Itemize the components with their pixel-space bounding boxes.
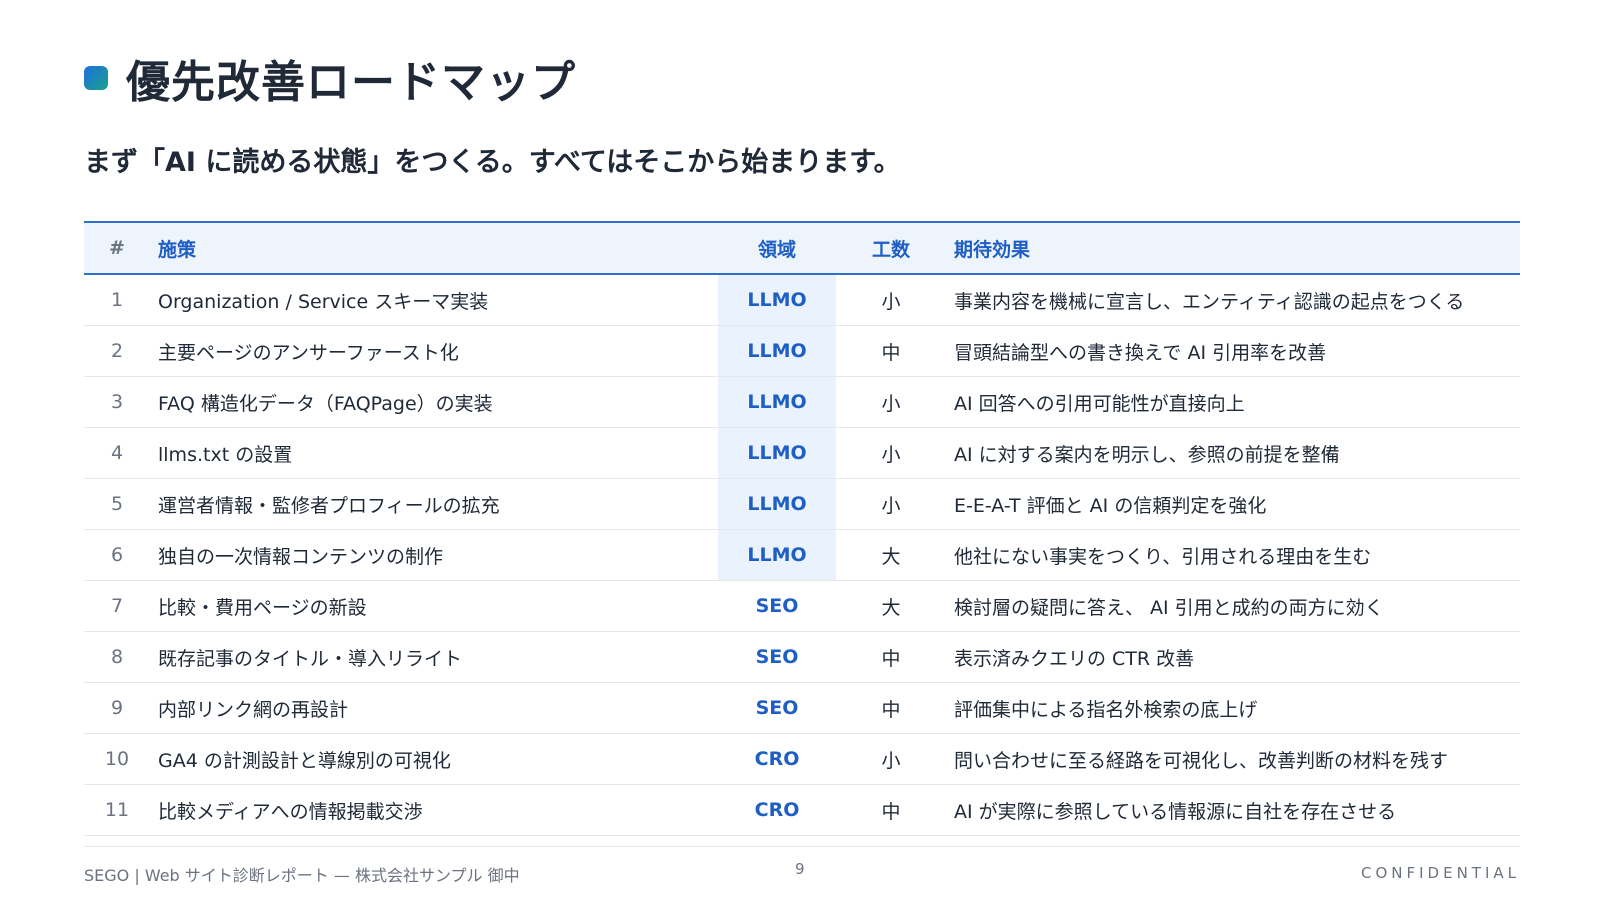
roadmap-table: # 施策 領域 工数 期待効果 1 Organization / Service … bbox=[84, 221, 1520, 836]
row-effect: 他社にない事実をつくり、引用される理由を生む bbox=[946, 529, 1520, 581]
header-row: # 施策 領域 工数 期待効果 bbox=[84, 221, 1520, 275]
row-effect: E-E-A-T 評価と AI の信頼判定を強化 bbox=[946, 478, 1520, 530]
row-number: 7 bbox=[84, 580, 150, 632]
header-num: # bbox=[84, 221, 150, 275]
row-item: 主要ページのアンサーファースト化 bbox=[150, 325, 718, 377]
header-area: 領域 bbox=[718, 221, 836, 275]
page-title: 優先改善ロードマップ bbox=[126, 57, 576, 108]
row-number: 6 bbox=[84, 529, 150, 581]
footer-report-label: SEGO | Web サイト診断レポート — 株式会社サンプル 御中 bbox=[84, 866, 520, 885]
table-row: 6 独自の一次情報コンテンツの制作 LLMO 大他社にない事実をつくり、引用される理由… bbox=[84, 529, 1520, 581]
row-area: LLMO bbox=[718, 274, 836, 326]
row-effort: 小 bbox=[836, 274, 946, 326]
row-number: 2 bbox=[84, 325, 150, 377]
row-item: 独自の一次情報コンテンツの制作 bbox=[150, 529, 718, 581]
table-row: 9 内部リンク網の再設計 SEO 中評価集中による指名外検索の底上げ bbox=[84, 682, 1520, 734]
footer-divider bbox=[84, 846, 1520, 847]
row-number: 5 bbox=[84, 478, 150, 530]
gradient-square-icon bbox=[84, 66, 108, 90]
table-row: 1 Organization / Service スキーマ実装 LLMO 小事業内容を… bbox=[84, 274, 1520, 326]
row-number: 11 bbox=[84, 784, 150, 836]
row-number: 1 bbox=[84, 274, 150, 326]
row-item: 比較・費用ページの新設 bbox=[150, 580, 718, 632]
row-effect: 問い合わせに至る経路を可視化し、改善判断の材料を残す bbox=[946, 733, 1520, 785]
table-row: 8 既存記事のタイトル・導入リライト SEO 中表示済みクエリの CTR 改善 bbox=[84, 631, 1520, 683]
row-item: Organization / Service スキーマ実装 bbox=[150, 274, 718, 326]
row-item: llms.txt の設置 bbox=[150, 427, 718, 479]
table-row: 11 比較メディアへの情報掲載交渉 CRO 中 AI が実際に参照している情報源に自社を… bbox=[84, 784, 1520, 836]
row-area: LLMO bbox=[718, 376, 836, 428]
row-effort: 中 bbox=[836, 784, 946, 836]
row-effort: 小 bbox=[836, 478, 946, 530]
table-row: 5 運営者情報・監修者プロフィールの拡充 LLMO 小 E-E-A-T 評価と AI の… bbox=[84, 478, 1520, 530]
header-effect: 期待効果 bbox=[946, 221, 1520, 275]
row-effort: 小 bbox=[836, 427, 946, 479]
row-effect: 検討層の疑問に答え、 AI 引用と成約の両方に効く bbox=[946, 580, 1520, 632]
row-area: LLMO bbox=[718, 427, 836, 479]
row-number: 3 bbox=[84, 376, 150, 428]
row-number: 9 bbox=[84, 682, 150, 734]
row-item: FAQ 構造化データ（FAQPage）の実装 bbox=[150, 376, 718, 428]
row-area: CRO bbox=[718, 784, 836, 836]
row-effort: 中 bbox=[836, 325, 946, 377]
row-effort: 大 bbox=[836, 529, 946, 581]
row-item: 内部リンク網の再設計 bbox=[150, 682, 718, 734]
confidential-label: CONFIDENTIAL bbox=[1360, 864, 1520, 882]
table-row: 4 llms.txt の設置 LLMO 小 AI に対する案内を明示し、参照の前提を整備 bbox=[84, 427, 1520, 479]
row-effort: 中 bbox=[836, 631, 946, 683]
row-area: SEO bbox=[718, 580, 836, 632]
row-item: 比較メディアへの情報掲載交渉 bbox=[150, 784, 718, 836]
row-effect: AI が実際に参照している情報源に自社を存在させる bbox=[946, 784, 1520, 836]
row-area: LLMO bbox=[718, 478, 836, 530]
row-area: LLMO bbox=[718, 529, 836, 581]
row-effect: 評価集中による指名外検索の底上げ bbox=[946, 682, 1520, 734]
table-row: 7 比較・費用ページの新設 SEO 大検討層の疑問に答え、 AI 引用と成約の両方に効… bbox=[84, 580, 1520, 632]
row-effort: 小 bbox=[836, 376, 946, 428]
row-area: CRO bbox=[718, 733, 836, 785]
table-header: # 施策 領域 工数 期待効果 bbox=[84, 221, 1520, 275]
row-effort: 大 bbox=[836, 580, 946, 632]
table-body: 1 Organization / Service スキーマ実装 LLMO 小事業内容を… bbox=[84, 274, 1520, 836]
row-item: 運営者情報・監修者プロフィールの拡充 bbox=[150, 478, 718, 530]
row-item: GA4 の計測設計と導線別の可視化 bbox=[150, 733, 718, 785]
header-effort: 工数 bbox=[836, 221, 946, 275]
row-item: 既存記事のタイトル・導入リライト bbox=[150, 631, 718, 683]
header-item: 施策 bbox=[150, 221, 718, 275]
row-effort: 小 bbox=[836, 733, 946, 785]
row-area: SEO bbox=[718, 682, 836, 734]
row-effect: 事業内容を機械に宣言し、エンティティ認識の起点をつくる bbox=[946, 274, 1520, 326]
row-effect: AI に対する案内を明示し、参照の前提を整備 bbox=[946, 427, 1520, 479]
row-effort: 中 bbox=[836, 682, 946, 734]
row-number: 8 bbox=[84, 631, 150, 683]
row-area: SEO bbox=[718, 631, 836, 683]
table-row: 10 GA4 の計測設計と導線別の可視化 CRO 小問い合わせに至る経路を可視化し、改… bbox=[84, 733, 1520, 785]
table-row: 3 FAQ 構造化データ（FAQPage）の実装 LLMO 小 AI 回答への引用可能性… bbox=[84, 376, 1520, 428]
row-effect: 表示済みクエリの CTR 改善 bbox=[946, 631, 1520, 683]
row-effect: 冒頭結論型への書き換えで AI 引用率を改善 bbox=[946, 325, 1520, 377]
table-row: 2 主要ページのアンサーファースト化 LLMO 中冒頭結論型への書き換えで AI 引用… bbox=[84, 325, 1520, 377]
page-number: 9 bbox=[795, 860, 805, 878]
row-number: 4 bbox=[84, 427, 150, 479]
row-number: 10 bbox=[84, 733, 150, 785]
row-effect: AI 回答への引用可能性が直接向上 bbox=[946, 376, 1520, 428]
row-area: LLMO bbox=[718, 325, 836, 377]
title-block: 優先改善ロードマップ bbox=[84, 46, 576, 110]
page-subtitle: まず「AI に読める状態」をつくる。すべてはそこから始まります。 bbox=[84, 147, 901, 178]
